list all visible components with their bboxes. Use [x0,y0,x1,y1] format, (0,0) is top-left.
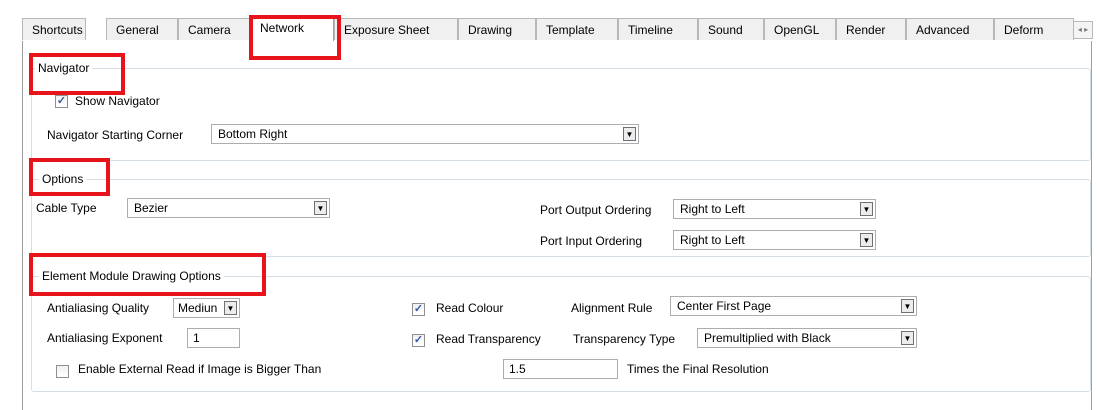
tab-render[interactable]: Render [836,18,906,40]
alignment-rule-select[interactable]: Center First Page ▼ [670,296,917,316]
port-input-ordering-label: Port Input Ordering [540,234,643,248]
checkmark-icon: ✓ [413,303,424,315]
navigator-starting-corner-select[interactable]: Bottom Right ▼ [211,124,639,144]
element-module-group-title: Element Module Drawing Options [39,269,224,283]
tab-strip: Shortcuts General Camera Network Exposur… [22,16,1090,42]
times-final-resolution-label: Times the Final Resolution [627,362,769,376]
port-output-ordering-select[interactable]: Right to Left ▼ [673,199,876,219]
tab-advanced[interactable]: Advanced [906,18,994,40]
navigator-group-title: Navigator [35,61,93,75]
tab-camera[interactable]: Camera [178,18,250,40]
tab-opengl[interactable]: OpenGL [764,18,836,40]
tab-shortcuts[interactable]: Shortcuts [22,18,86,40]
alignment-rule-value: Center First Page [677,299,772,313]
cable-type-select[interactable]: Bezier ▼ [127,198,330,218]
read-transparency-label: Read Transparency [436,332,541,346]
transparency-type-select[interactable]: Premultiplied with Black ▼ [697,328,917,348]
port-input-ordering-select[interactable]: Right to Left ▼ [673,230,876,250]
tab-drawing[interactable]: Drawing [458,18,536,40]
tab-template[interactable]: Template [536,18,618,40]
show-navigator-label: Show Navigator [75,94,160,108]
port-input-ordering-value: Right to Left [680,233,745,247]
chevron-down-icon[interactable]: ▼ [224,301,237,315]
tab-timeline[interactable]: Timeline [618,18,698,40]
antialiasing-quality-label: Antialiasing Quality [47,301,150,315]
show-navigator-checkbox[interactable]: ✓ [55,95,68,108]
cable-type-value: Bezier [134,201,169,215]
alignment-rule-label: Alignment Rule [571,301,653,315]
antialiasing-quality-value: Mediun [178,301,218,315]
transparency-type-value: Premultiplied with Black [704,331,831,345]
tab-scroll-arrows-icon[interactable]: ◂ ▸ [1073,21,1093,39]
tab-exposure-sheet[interactable]: Exposure Sheet [334,18,458,40]
read-colour-checkbox[interactable]: ✓ [412,303,425,316]
antialiasing-quality-select[interactable]: Mediun ▼ [173,298,240,318]
antialiasing-exponent-input[interactable]: 1 [187,328,240,348]
tab-deform[interactable]: Deform [994,18,1074,40]
tab-network[interactable]: Network [250,16,334,42]
antialiasing-exponent-label: Antialiasing Exponent [47,331,163,345]
tab-general[interactable]: General [106,18,178,40]
options-group-title: Options [39,172,87,186]
external-read-factor-input[interactable]: 1.5 [503,359,618,379]
checkmark-icon: ✓ [413,334,424,346]
checkmark-icon: ✓ [56,95,67,107]
navigator-starting-corner-label: Navigator Starting Corner [47,128,184,142]
chevron-down-icon[interactable]: ▼ [860,233,873,247]
navigator-group [31,68,1091,161]
enable-external-read-checkbox[interactable] [56,365,69,378]
chevron-down-icon[interactable]: ▼ [901,299,914,313]
transparency-type-label: Transparency Type [573,332,676,346]
chevron-down-icon[interactable]: ▼ [314,201,327,215]
read-transparency-checkbox[interactable]: ✓ [412,334,425,347]
enable-external-read-label: Enable External Read if Image is Bigger … [78,362,322,376]
chevron-down-icon[interactable]: ▼ [623,127,636,141]
read-colour-label: Read Colour [436,301,504,315]
tab-sound[interactable]: Sound [698,18,764,40]
port-output-ordering-value: Right to Left [680,202,745,216]
chevron-down-icon[interactable]: ▼ [901,331,914,345]
chevron-down-icon[interactable]: ▼ [860,202,873,216]
navigator-starting-corner-value: Bottom Right [218,127,288,141]
cable-type-label: Cable Type [36,201,97,215]
port-output-ordering-label: Port Output Ordering [540,203,652,217]
